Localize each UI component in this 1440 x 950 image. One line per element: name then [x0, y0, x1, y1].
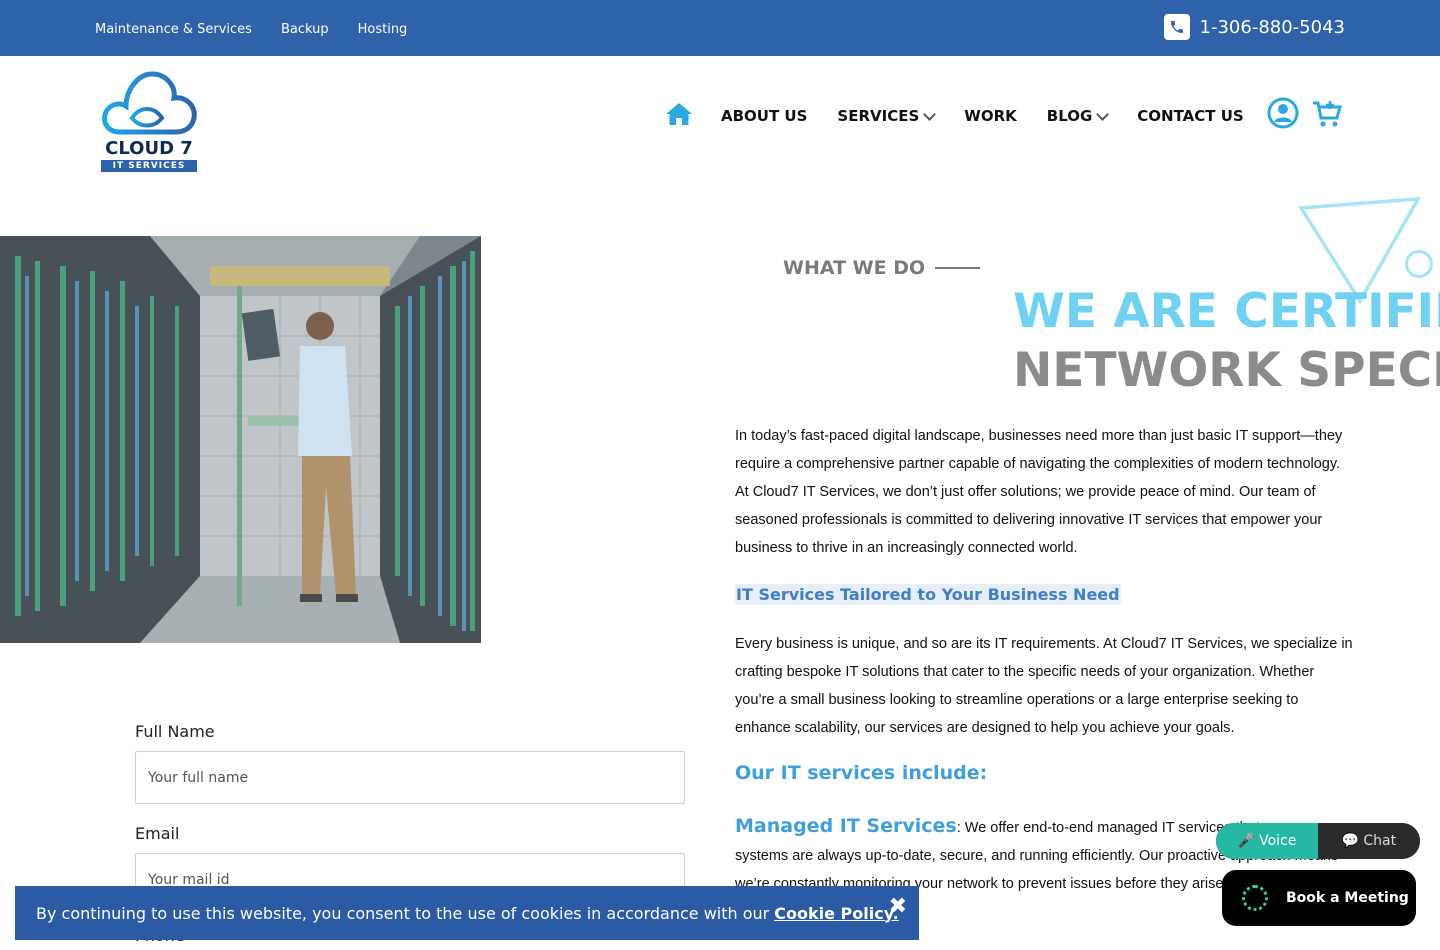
close-icon[interactable]: ✖: [889, 894, 907, 919]
nav-label: SERVICES: [837, 107, 920, 125]
headline-line-1: WE ARE CERTIFIED: [1013, 284, 1440, 339]
voice-label: Voice: [1259, 833, 1297, 849]
book-meeting-label: Book a Meeting: [1286, 890, 1409, 906]
cookie-banner: By continuing to use this website, you c…: [15, 886, 919, 940]
nav-work[interactable]: WORK: [964, 107, 1016, 125]
logo-tagline: IT SERVICES: [101, 160, 197, 172]
intro-paragraph: In today’s fast-paced digital landscape,…: [735, 428, 1343, 556]
chat-button[interactable]: 💬 Chat: [1318, 823, 1420, 859]
site-logo[interactable]: CLOUD 7 IT SERVICES: [100, 70, 200, 175]
phone-icon: [1163, 14, 1190, 40]
top-link-backup[interactable]: Backup: [281, 22, 329, 37]
phone-number: 1-306-880-5043: [1199, 16, 1345, 38]
section-eyebrow: WHAT WE DO: [783, 257, 981, 279]
eyebrow-divider: [935, 267, 981, 269]
phone-link[interactable]: 1-306-880-5043: [1163, 14, 1345, 40]
chat-label: Chat: [1363, 833, 1397, 849]
nav-label: ABOUT US: [721, 107, 808, 125]
chevron-down-icon: [923, 107, 937, 121]
logo-name: CLOUD 7: [105, 138, 193, 159]
hero-image: [0, 236, 481, 643]
full-name-label: Full Name: [135, 722, 215, 741]
main-nav: ABOUT US SERVICES WORK BLOG CONTACT US: [665, 102, 1274, 130]
nav-services[interactable]: SERVICES: [837, 107, 937, 125]
top-link-hosting[interactable]: Hosting: [358, 22, 408, 37]
full-name-input[interactable]: [135, 751, 685, 804]
eyebrow-text: WHAT WE DO: [783, 257, 926, 279]
headline-line-2: NETWORK SPECIA: [1013, 343, 1440, 398]
nav-label: WORK: [964, 107, 1017, 125]
cookie-policy-link[interactable]: Cookie Policy.: [774, 904, 898, 923]
chat-bubble-icon: 💬: [1341, 833, 1360, 849]
nav-label: BLOG: [1046, 107, 1093, 125]
home-icon[interactable]: [665, 102, 693, 130]
book-meeting-button[interactable]: Book a Meeting: [1222, 870, 1416, 926]
top-links: Maintenance & Services Backup Hosting: [95, 22, 407, 37]
voice-button[interactable]: 🎤 Voice: [1216, 823, 1318, 859]
nav-about-us[interactable]: ABOUT US: [721, 107, 807, 125]
user-account-icon[interactable]: [1267, 97, 1299, 133]
microphone-icon: 🎤: [1237, 833, 1256, 849]
nav-blog[interactable]: BLOG: [1046, 107, 1110, 125]
unique-needs-paragraph: Every business is unique, and so are its…: [735, 636, 1353, 736]
managed-services-label: Managed IT Services: [735, 815, 957, 837]
top-link-maintenance[interactable]: Maintenance & Services: [95, 22, 252, 37]
services-heading: Our IT services include:: [735, 762, 988, 784]
cloud-logo-icon: [102, 71, 197, 135]
email-label: Email: [135, 824, 180, 843]
cart-icon[interactable]: [1312, 100, 1342, 132]
circle-decoration: [1405, 250, 1433, 278]
assistant-widget: 🎤 Voice 💬 Chat: [1216, 823, 1420, 859]
top-bar: Maintenance & Services Backup Hosting 1-…: [0, 0, 1440, 56]
chevron-down-icon: [1096, 107, 1110, 121]
nav-label: CONTACT US: [1137, 107, 1244, 125]
cookie-text: By continuing to use this website, you c…: [36, 903, 770, 923]
tailored-subheading: IT Services Tailored to Your Business Ne…: [735, 584, 1121, 605]
nav-contact-us[interactable]: CONTACT US: [1137, 107, 1243, 125]
loading-spinner-icon: [1242, 885, 1268, 911]
